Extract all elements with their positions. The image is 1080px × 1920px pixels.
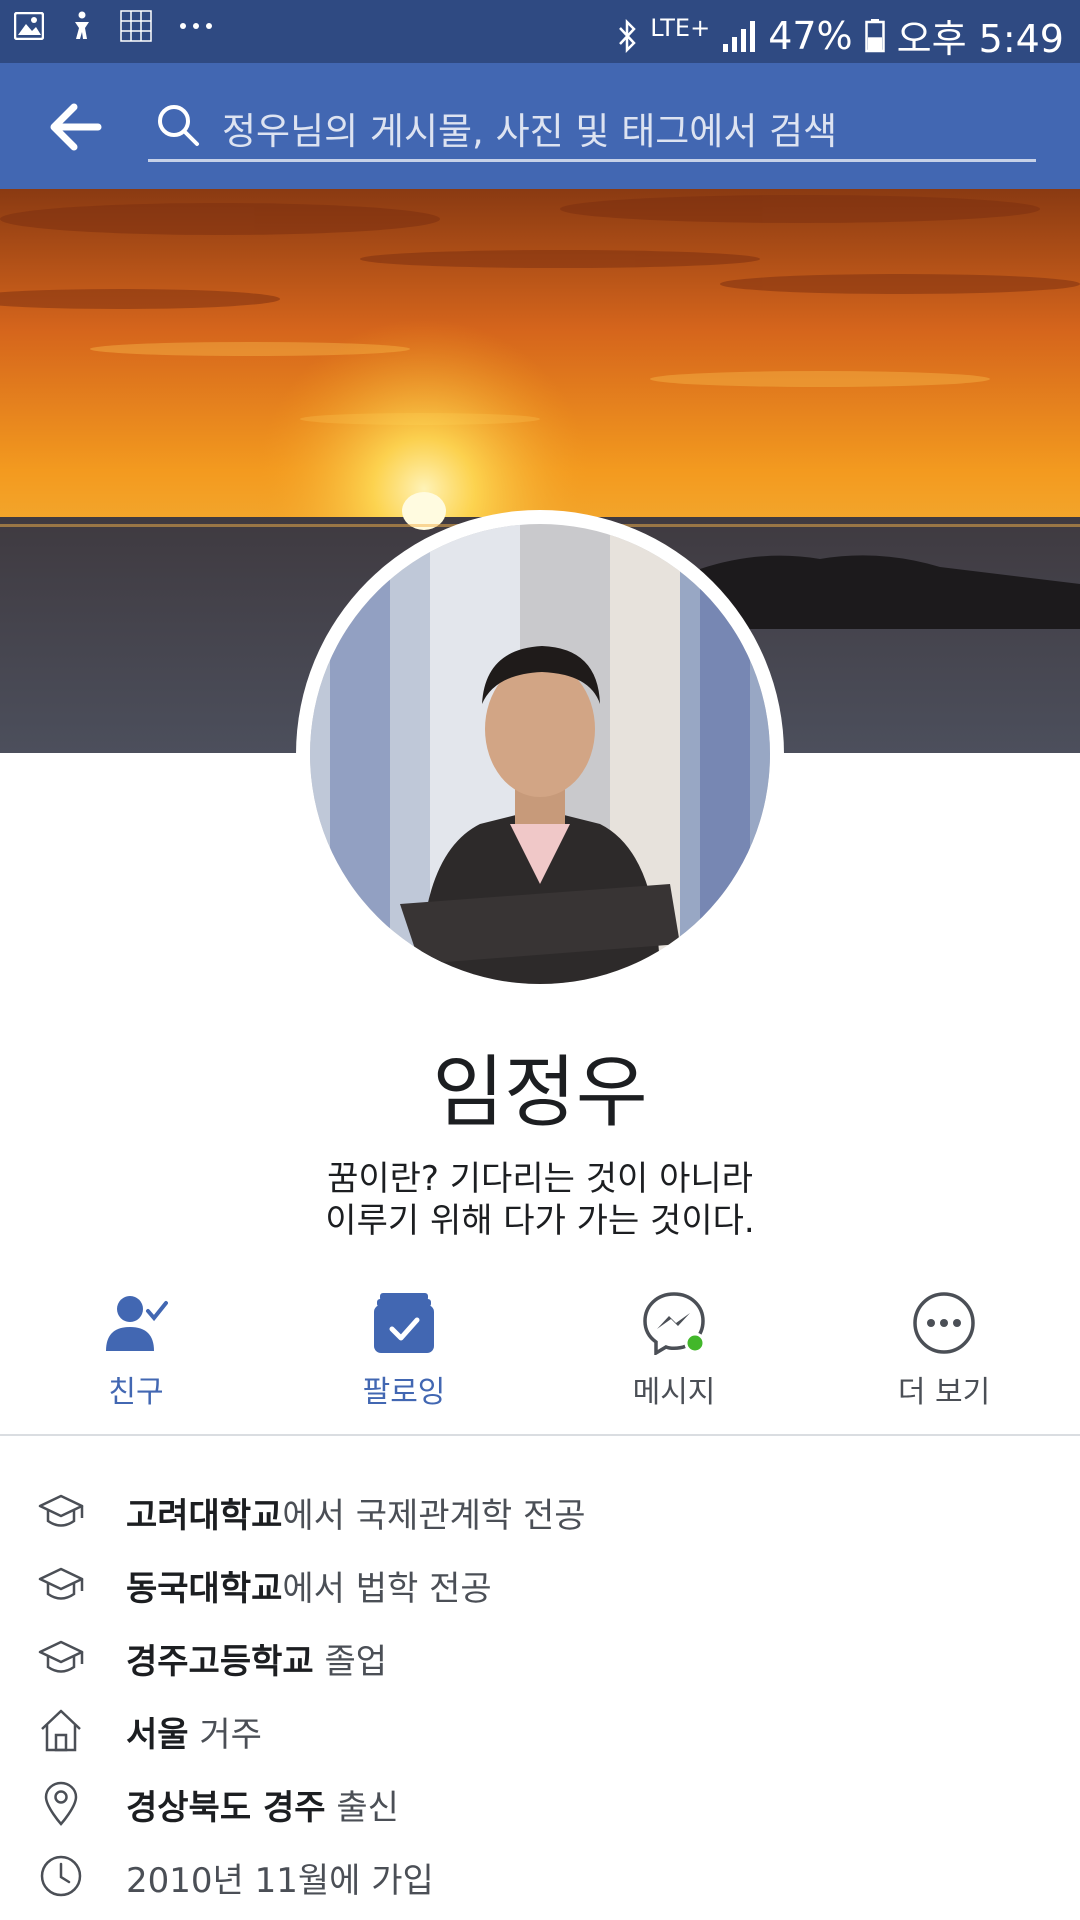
- profile-avatar[interactable]: [296, 510, 784, 998]
- hometown-name: 경상북도 경주: [126, 1788, 326, 1828]
- location-pin-icon: [44, 1781, 78, 1826]
- friends-label: 친구: [108, 1375, 164, 1410]
- following-button[interactable]: 팔로잉: [304, 1285, 504, 1415]
- battery-percent: 47%: [768, 13, 853, 58]
- battery-icon: [864, 18, 885, 52]
- top-app-bar: 정우님의 게시물, 사진 및 태그에서 검색: [0, 63, 1080, 189]
- message-button[interactable]: 메시지: [574, 1285, 774, 1415]
- info-education-2[interactable]: 동국대학교에서 법학 전공: [0, 1553, 1080, 1613]
- info-text: 동국대학교에서 법학 전공: [126, 1561, 492, 1610]
- info-current-city[interactable]: 서울 거주: [0, 1699, 1080, 1759]
- graduation-cap-icon: [38, 1567, 84, 1600]
- info-detail: 거주: [188, 1715, 262, 1755]
- city-name: 서울: [126, 1715, 189, 1755]
- search-placeholder: 정우님의 게시물, 사진 및 태그에서 검색: [222, 110, 838, 153]
- school-name: 동국대학교: [126, 1569, 283, 1609]
- status-bar: LTE+ 47% 오후 5:49: [0, 0, 1080, 63]
- gallery-icon: [14, 12, 44, 40]
- friends-button[interactable]: 친구: [36, 1285, 236, 1415]
- bio-line: 꿈이란? 기다리는 것이 아니라: [327, 1159, 753, 1199]
- lte-label: LTE+: [650, 13, 711, 42]
- divider: [0, 1434, 1080, 1436]
- profile-name: 임정우: [432, 1048, 648, 1138]
- message-label: 메시지: [632, 1375, 716, 1410]
- school-name: 고려대학교: [126, 1496, 283, 1536]
- more-label: 더 보기: [897, 1375, 991, 1410]
- friends-check-icon: [106, 1296, 168, 1351]
- accessibility-icon: [75, 11, 89, 39]
- info-text: 2010년 11월에 가입: [126, 1853, 434, 1902]
- school-name: 경주고등학교: [126, 1642, 314, 1682]
- info-text: 경주고등학교 졸업: [126, 1634, 387, 1683]
- graduation-cap-icon: [38, 1640, 84, 1673]
- messenger-icon: [643, 1292, 706, 1355]
- info-detail: 에서 법학 전공: [282, 1569, 492, 1609]
- graduation-cap-icon: [38, 1494, 84, 1527]
- info-detail: 에서 국제관계학 전공: [282, 1496, 586, 1536]
- following-check-icon: [374, 1293, 434, 1353]
- info-text: 고려대학교에서 국제관계학 전공: [126, 1488, 586, 1537]
- home-icon: [41, 1709, 81, 1752]
- search-icon: [158, 105, 199, 146]
- info-education-1[interactable]: 고려대학교에서 국제관계학 전공: [0, 1480, 1080, 1540]
- info-text: 서울 거주: [126, 1707, 262, 1756]
- info-text: 경상북도 경주 출신: [126, 1780, 399, 1829]
- profile-photo: [310, 524, 770, 984]
- info-detail: 졸업: [313, 1642, 388, 1682]
- join-date: 2010년 11월에 가입: [126, 1861, 434, 1901]
- info-education-3[interactable]: 경주고등학교 졸업: [0, 1626, 1080, 1686]
- bio-line: 이루기 위해 다가 가는 것이다.: [325, 1201, 755, 1241]
- more-button[interactable]: 더 보기: [844, 1285, 1044, 1415]
- profile-search-field[interactable]: 정우님의 게시물, 사진 및 태그에서 검색: [148, 93, 1036, 162]
- clock-icon: [40, 1855, 82, 1897]
- signal-icon: [723, 20, 756, 52]
- back-arrow-icon[interactable]: [46, 97, 106, 157]
- following-label: 팔로잉: [362, 1375, 446, 1410]
- info-detail: 출신: [325, 1788, 399, 1828]
- numpad-icon: [120, 10, 152, 42]
- clock-time: 오후 5:49: [896, 17, 1064, 61]
- bluetooth-icon: [619, 18, 636, 53]
- profile-bio: 꿈이란? 기다리는 것이 아니라 이루기 위해 다가 가는 것이다.: [0, 1158, 1080, 1242]
- info-joined: 2010년 11월에 가입: [0, 1845, 1080, 1905]
- info-hometown[interactable]: 경상북도 경주 출신: [0, 1772, 1080, 1832]
- profile-actions: 친구 팔로잉 메시지 더 보기: [0, 1285, 1080, 1415]
- more-dots-icon: [180, 23, 212, 29]
- more-icon: [913, 1292, 975, 1354]
